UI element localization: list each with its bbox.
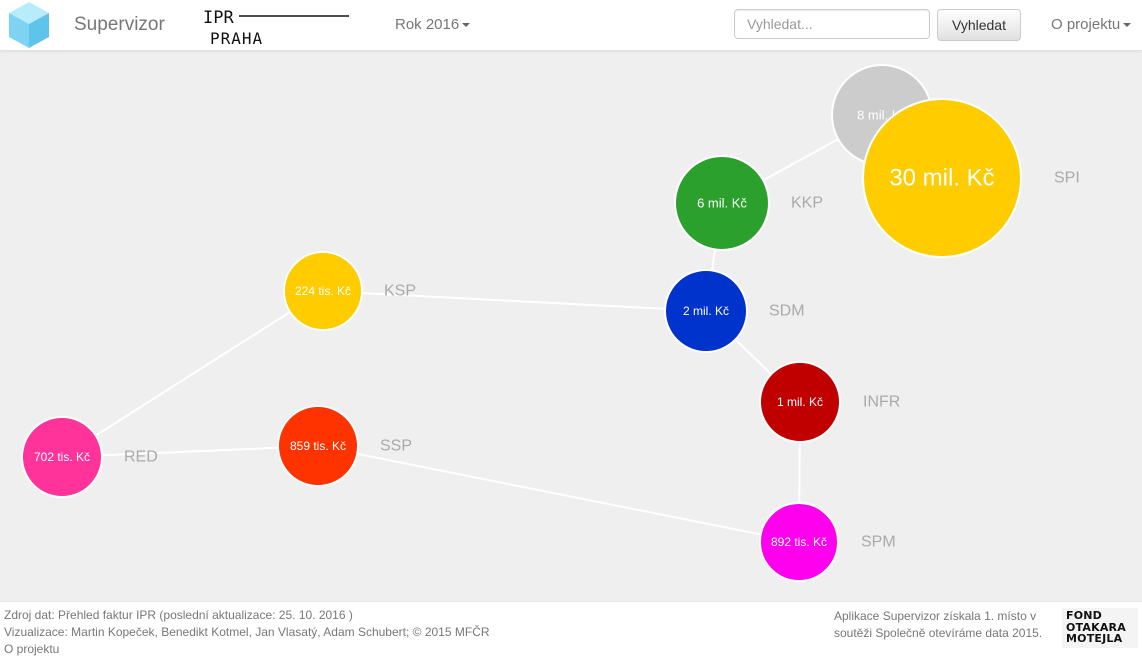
graph-edge [322, 290, 707, 312]
fund-otakara-motejla-logo[interactable]: FOND OTAKARA MOTEJLA [1062, 608, 1138, 648]
search-button[interactable]: Vyhledat [937, 9, 1021, 41]
footer: Zdroj dat: Přehled faktur IPR (poslední … [0, 601, 1142, 669]
node-value: 6 mil. Kč [697, 196, 747, 211]
year-dropdown-label: Rok 2016 [395, 16, 460, 33]
graph-edge [317, 445, 800, 543]
navbar: Supervizor IPR PRAHA Rok 2016 Vyhledat O… [0, 0, 1142, 51]
node-value: 1 mil. Kč [777, 395, 823, 409]
graph-node[interactable]: 859 tis. Kč [277, 405, 359, 487]
node-label-ksp[interactable]: KSP [384, 283, 416, 300]
cube-logo-icon[interactable] [8, 1, 50, 49]
node-value: 702 tis. Kč [34, 450, 90, 464]
node-value: 859 tis. Kč [290, 439, 346, 453]
node-label-spm[interactable]: SPM [861, 534, 896, 551]
chevron-down-icon [462, 23, 471, 28]
ipr-logo-line2: PRAHA [210, 29, 263, 48]
award-text: Aplikace Supervizor získala 1. místo v s… [834, 609, 1043, 640]
department-graph: SPI KKP KSP SDM INFR RED SSP SPM 8 mil. Kč 30 mi… [0, 51, 1142, 601]
data-source-text: Zdroj dat: Přehled faktur IPR (poslední … [4, 608, 353, 622]
nodes-layer: 8 mil. Kč30 mil. Kč6 mil. Kč224 tis. Kč2… [21, 64, 1022, 582]
node-value: 892 tis. Kč [771, 535, 827, 549]
node-label-infr[interactable]: INFR [863, 394, 900, 411]
node-label-red[interactable]: RED [124, 449, 158, 466]
brand-name-link[interactable]: Supervizor [74, 14, 165, 36]
about-link[interactable]: O projektu [4, 642, 59, 656]
graph-node[interactable]: 30 mil. Kč [862, 98, 1022, 258]
node-value: 30 mil. Kč [889, 165, 994, 192]
node-label-kkp[interactable]: KKP [791, 195, 823, 212]
chevron-down-icon [1123, 23, 1132, 28]
graph-node[interactable]: 892 tis. Kč [759, 502, 839, 582]
year-dropdown[interactable]: Rok 2016 [395, 16, 471, 33]
node-value: 2 mil. Kč [683, 304, 729, 318]
about-dropdown-label: O projektu [1051, 16, 1121, 33]
node-label-ssp[interactable]: SSP [380, 438, 412, 455]
node-label-sdm[interactable]: SDM [769, 303, 805, 320]
credits-text: Vizualizace: Martin Kopeček, Benedikt Ko… [4, 625, 490, 639]
node-value: 224 tis. Kč [295, 284, 351, 298]
ipr-praha-logo[interactable]: IPR PRAHA [201, 4, 353, 48]
graph-node[interactable]: 6 mil. Kč [674, 155, 770, 251]
fund-logo-line: FOND [1066, 609, 1103, 622]
node-label-spi[interactable]: SPI [1054, 170, 1080, 187]
about-dropdown[interactable]: O projektu [1051, 16, 1132, 33]
ipr-logo-line1: IPR [203, 8, 234, 28]
fund-logo-line: MOTEJLA [1066, 632, 1123, 645]
graph-node[interactable]: 702 tis. Kč [21, 416, 103, 498]
search-input[interactable] [734, 9, 930, 39]
graph-node[interactable]: 2 mil. Kč [664, 269, 748, 353]
graph-canvas: SPIKKPKSPSDMINFRREDSSPSPM 8 mil. Kč30 mi… [21, 64, 1080, 582]
graph-node[interactable]: 224 tis. Kč [283, 251, 363, 331]
graph-node[interactable]: 1 mil. Kč [759, 361, 841, 443]
